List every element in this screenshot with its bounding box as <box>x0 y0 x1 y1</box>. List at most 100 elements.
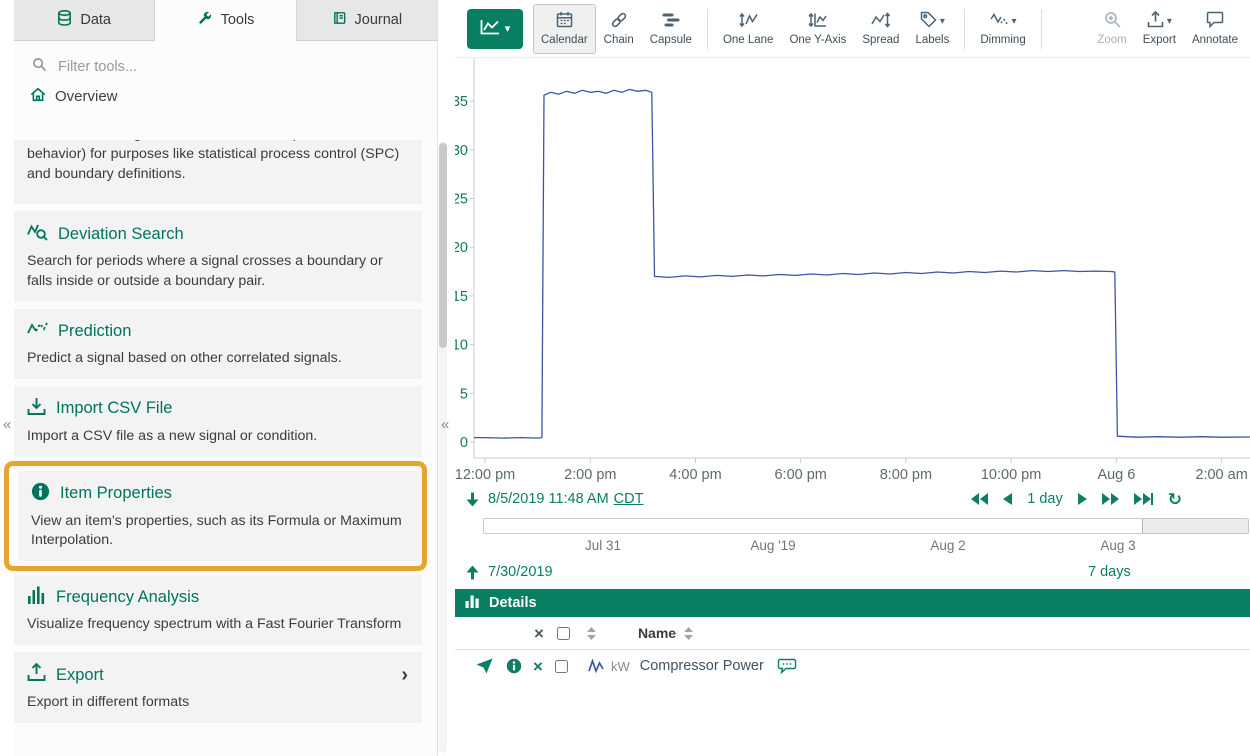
tools-scrollbar[interactable] <box>439 141 447 753</box>
details-panel-header[interactable]: Details <box>455 589 1250 617</box>
toolbar-button-one-lane[interactable]: One Lane <box>715 4 782 54</box>
svg-text:8:00 pm: 8:00 pm <box>880 467 932 483</box>
item-name: Compressor Power <box>640 658 764 674</box>
name-column-header[interactable]: Name <box>638 625 676 641</box>
toolbar-button-export[interactable]: ▾ Export <box>1135 4 1184 54</box>
view-selector-dropdown[interactable]: ▾ <box>467 9 523 49</box>
remove-item-icon[interactable]: × <box>533 658 543 675</box>
tool-name: Export <box>56 666 104 685</box>
filter-tools-input[interactable] <box>56 58 419 76</box>
zoom-icon <box>1104 11 1121 31</box>
svg-text:4:00 pm: 4:00 pm <box>669 467 721 483</box>
step-to-end-icon[interactable] <box>1134 493 1153 505</box>
dimming-icon <box>990 12 1009 30</box>
axis-tick-label: Aug '19 <box>750 538 795 553</box>
collapse-left-rail-icon[interactable]: « <box>3 417 11 432</box>
display-range-row: 8/5/2019 11:48 AM CDT 1 day <box>455 485 1250 513</box>
svg-text:35: 35 <box>455 94 468 110</box>
investigate-range-start-arrow-icon[interactable] <box>466 565 479 580</box>
investigate-range-duration[interactable]: 7 days <box>1088 564 1131 580</box>
sort-name-icon[interactable] <box>684 627 693 640</box>
spread-icon <box>871 12 890 31</box>
toolbar-separator <box>1041 9 1042 49</box>
trend-toolbar: ▾ Calendar <box>455 0 1250 58</box>
toolbar-button-annotate[interactable]: Annotate <box>1184 4 1246 54</box>
sort-icon[interactable] <box>587 627 596 640</box>
tab-journal-label: Journal <box>355 12 403 28</box>
toolbar-button-capsule[interactable]: Capsule <box>642 4 700 54</box>
toolbar-button-chain[interactable]: Chain <box>596 4 642 54</box>
scrollbar-thumb[interactable] <box>439 143 447 348</box>
svg-text:Aug 6: Aug 6 <box>1097 467 1135 483</box>
chevron-right-icon: › <box>401 665 408 685</box>
toolbar-button-spread[interactable]: Spread <box>854 4 907 54</box>
tool-description: View an item's properties, such as its F… <box>31 512 410 552</box>
panel-tabbar: Data Tools <box>14 0 437 41</box>
tool-card-deviation-search[interactable]: Deviation Search Search for periods wher… <box>14 211 422 302</box>
display-range-start[interactable]: 8/5/2019 11:48 AM <box>488 491 609 507</box>
trend-view-icon <box>480 19 500 38</box>
details-row-compressor-power[interactable]: × kW Compressor Power <box>455 650 1250 682</box>
timezone-link[interactable]: CDT <box>614 491 644 507</box>
toolbar-button-one-y-axis[interactable]: One Y-Axis <box>781 4 854 54</box>
step-forward-icon[interactable] <box>1078 493 1087 505</box>
investigate-range-start[interactable]: 7/30/2019 <box>488 564 553 580</box>
journal-icon <box>332 10 347 30</box>
tool-card-prediction[interactable]: Prediction Predict a signal based on oth… <box>14 309 422 379</box>
toolbar-button-zoom[interactable]: Zoom <box>1089 4 1134 54</box>
caret-down-icon: ▾ <box>1167 16 1172 27</box>
time-range-scrollbar[interactable] <box>483 518 1249 534</box>
svg-text:20: 20 <box>455 240 468 256</box>
select-all-checkbox[interactable] <box>557 627 570 640</box>
display-range-duration[interactable]: 1 day <box>1027 491 1062 507</box>
search-icon <box>32 57 47 77</box>
axis-tick-label: Jul 31 <box>585 538 621 553</box>
collapse-tools-panel-icon[interactable]: « <box>441 417 449 432</box>
toolbar-button-labels[interactable]: ▾ Labels <box>907 4 957 54</box>
caret-down-icon: ▾ <box>940 16 945 27</box>
svg-text:15: 15 <box>455 289 468 305</box>
toolbar-button-calendar[interactable]: Calendar <box>533 4 596 54</box>
tool-name: Item Properties <box>60 484 172 503</box>
axis-tick-label: Aug 3 <box>1100 538 1135 553</box>
item-properties-highlight-box: Item Properties View an item's propertie… <box>4 461 427 572</box>
trend-chart[interactable]: 0510152025303512:00 pm2:00 pm4:00 pm6:00… <box>455 58 1250 485</box>
svg-text:10:00 pm: 10:00 pm <box>981 467 1041 483</box>
comment-icon[interactable] <box>777 658 797 674</box>
svg-text:2:00 pm: 2:00 pm <box>564 467 616 483</box>
axis-tick-label: Aug 2 <box>930 538 965 553</box>
caret-down-icon: ▾ <box>505 22 511 35</box>
navigate-to-item-icon[interactable] <box>476 658 493 674</box>
tool-description: Characterize a signal's intended behavio… <box>27 140 410 185</box>
item-info-icon[interactable] <box>506 658 522 674</box>
remove-all-icon[interactable]: × <box>534 625 544 642</box>
filter-tools-row <box>32 57 419 77</box>
tools-list: Characterize a signal's intended behavio… <box>14 140 437 756</box>
refresh-icon[interactable]: ↻ <box>1168 491 1182 508</box>
time-range-thumb[interactable] <box>1142 519 1248 533</box>
step-back-fast-icon[interactable] <box>971 493 988 505</box>
display-range-start-arrow-icon[interactable] <box>466 492 479 507</box>
info-circle-icon <box>31 482 50 506</box>
tool-card-item-properties[interactable]: Item Properties View an item's propertie… <box>18 471 422 562</box>
tool-card-partial[interactable]: Characterize a signal's intended behavio… <box>14 140 422 204</box>
tag-icon <box>920 11 937 31</box>
svg-text:5: 5 <box>460 386 468 402</box>
tool-description: Predict a signal based on other correlat… <box>27 349 410 369</box>
wrench-icon <box>197 10 213 30</box>
overview-link[interactable]: Overview <box>30 87 419 106</box>
tab-data[interactable]: Data <box>14 0 155 40</box>
tab-tools-label: Tools <box>221 12 255 28</box>
tool-card-import-csv[interactable]: Import CSV File Import a CSV file as a n… <box>14 386 422 457</box>
toolbar-button-dimming[interactable]: ▾ Dimming <box>972 4 1033 54</box>
step-back-icon[interactable] <box>1003 493 1012 505</box>
tool-card-export[interactable]: Export › Export in different formats <box>14 652 422 723</box>
tab-tools[interactable]: Tools <box>155 0 296 40</box>
tab-journal[interactable]: Journal <box>297 0 437 40</box>
import-csv-icon <box>27 397 46 421</box>
item-checkbox[interactable] <box>555 660 568 673</box>
tool-card-frequency-analysis[interactable]: Frequency Analysis Visualize frequency s… <box>14 575 422 645</box>
overview-label: Overview <box>55 88 118 105</box>
step-forward-fast-icon[interactable] <box>1102 493 1119 505</box>
svg-text:0: 0 <box>460 435 468 451</box>
